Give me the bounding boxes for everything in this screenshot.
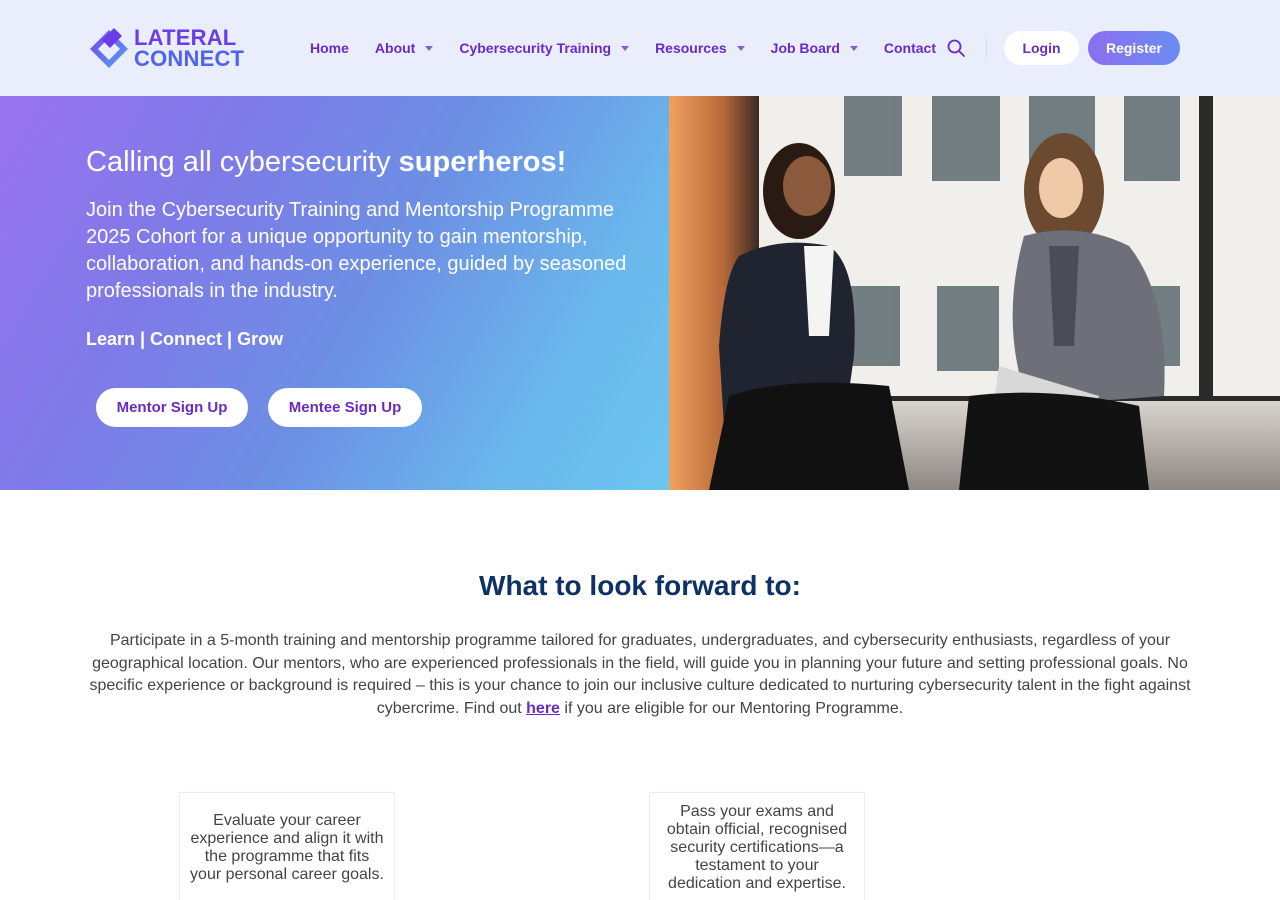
hero-tagline: Learn | Connect | Grow xyxy=(86,329,284,349)
feature-card: Evaluate your career experience and alig… xyxy=(179,792,395,900)
header-divider xyxy=(986,38,987,58)
feature-card-text: Pass your exams and obtain official, rec… xyxy=(666,803,848,892)
feature-card-text: Evaluate your career experience and alig… xyxy=(190,812,384,883)
nav-item-resources[interactable]: Resources xyxy=(655,40,745,56)
feature-card: Pass your exams and obtain official, rec… xyxy=(649,792,865,900)
brand-wordmark: LATERAL CONNECT xyxy=(134,25,245,71)
brand-line2: CONNECT xyxy=(134,46,245,71)
nav-item-label: Resources xyxy=(655,40,727,56)
chevron-down-icon xyxy=(849,45,858,51)
chevron-down-icon xyxy=(425,45,434,51)
nav-item-about[interactable]: About xyxy=(374,40,434,56)
eligibility-link[interactable]: here xyxy=(526,700,560,717)
hero-title-prefix: Calling all cybersecurity xyxy=(86,146,399,178)
search-icon[interactable] xyxy=(946,38,966,58)
chevron-down-icon xyxy=(736,45,745,51)
nav-item-label: Contact xyxy=(883,40,937,56)
hero-title: Calling all cybersecurity superheros! xyxy=(86,146,566,179)
brand-logo[interactable]: LATERAL CONNECT xyxy=(88,24,248,72)
nav-item-label: Job Board xyxy=(770,40,840,56)
nav-item-contact[interactable]: Contact xyxy=(884,40,936,56)
nav-item-label: Cybersecurity Training xyxy=(459,40,612,56)
nav-item-job-board[interactable]: Job Board xyxy=(771,40,858,56)
site-header: LATERAL CONNECT Home About Cybersecurity… xyxy=(0,0,1280,96)
nav-item-home[interactable]: Home xyxy=(310,40,349,56)
login-button[interactable]: Login xyxy=(1004,31,1079,65)
hero-description: Join the Cybersecurity Training and Ment… xyxy=(86,199,627,302)
mentor-signup-button[interactable]: Mentor Sign Up xyxy=(96,388,248,427)
logo-mark-icon xyxy=(90,28,128,68)
section-body: Participate in a 5-month training and me… xyxy=(86,630,1194,720)
main-nav: Home About Cybersecurity Training Resour… xyxy=(310,36,962,60)
register-button[interactable]: Register xyxy=(1088,31,1180,65)
brand-line1: LATERAL xyxy=(134,25,237,50)
mentee-signup-button[interactable]: Mentee Sign Up xyxy=(268,388,422,427)
section-body-text-end: if you are eligible for our Mentoring Pr… xyxy=(559,699,904,717)
hero-title-emphasis: superheros! xyxy=(398,146,567,178)
nav-item-label: Home xyxy=(310,40,349,56)
section-title: What to look forward to: xyxy=(479,570,801,601)
nav-item-cybersecurity-training[interactable]: Cybersecurity Training xyxy=(459,40,630,56)
chevron-down-icon xyxy=(621,45,630,51)
hero-photo-illustration xyxy=(669,96,1280,490)
hero-photo xyxy=(669,96,1280,490)
nav-item-label: About xyxy=(374,40,416,56)
